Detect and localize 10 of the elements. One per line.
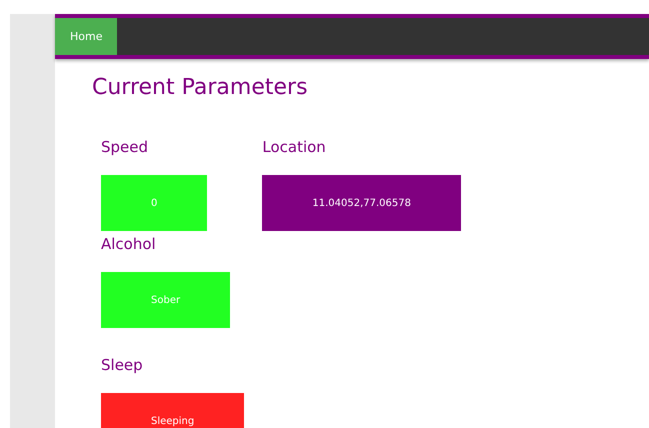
parameter-label: Location [262, 137, 326, 157]
home-tab[interactable]: Home [55, 18, 118, 55]
parameter-value: Sleeping [101, 393, 244, 428]
parameter-value: Sober [101, 272, 230, 328]
page-title: Current Parameters [92, 74, 309, 102]
parameter-value: 0 [101, 175, 208, 231]
parameter-label: Alcohol [101, 234, 156, 254]
parameter-label: Sleep [101, 355, 143, 375]
parameter-label: Speed [101, 137, 148, 157]
parameter-value: 11.04052,77.06578 [262, 175, 461, 231]
